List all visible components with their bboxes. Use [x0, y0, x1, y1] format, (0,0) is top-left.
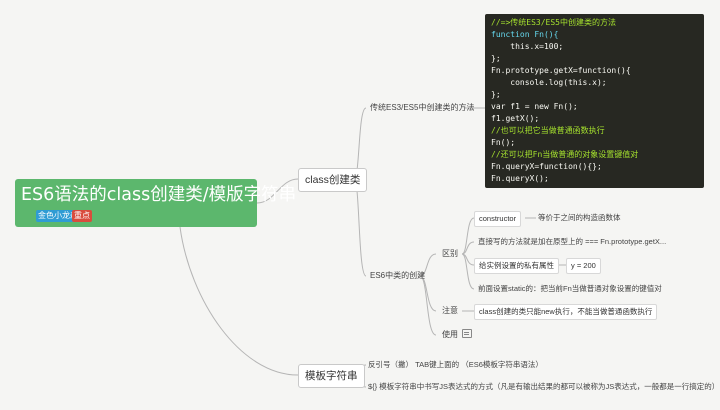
- node-difference[interactable]: 区别: [440, 248, 460, 260]
- priority-badge: 重点: [72, 210, 92, 222]
- node-usage[interactable]: 使用: [440, 329, 474, 341]
- usage-label: 使用: [442, 330, 458, 339]
- connector-root-template: [179, 226, 299, 376]
- template-backtick[interactable]: 反引号（撇） TAB键上面的 （ES6模板字符串语法）: [368, 359, 543, 371]
- mind-map: ES6语法的class创建类/模版字符串 金色小龙森 重点 class创建类 传…: [0, 0, 720, 410]
- code-block: //=>传统ES3/ES5中创建类的方法 function Fn(){ this…: [485, 14, 704, 188]
- code-line: };: [491, 90, 501, 99]
- diff-constructor-detail[interactable]: 等价于之间的构造函数体: [538, 212, 621, 224]
- diff-prototype-method[interactable]: 直接写的方法就是加在原型上的 === Fn.prototype.getX...: [478, 236, 666, 248]
- diff-constructor[interactable]: constructor: [474, 211, 522, 227]
- code-line: };: [491, 54, 501, 63]
- note-detail[interactable]: class创建的类只能new执行，不能当做普通函数执行: [474, 304, 658, 320]
- code-line: Fn.queryX();: [491, 174, 549, 183]
- code-line: Fn.queryX=function(){};: [491, 162, 602, 171]
- branch-class-create[interactable]: class创建类: [298, 168, 368, 192]
- node-note[interactable]: 注意: [440, 305, 460, 317]
- diff-static[interactable]: 前面设置static的：把当前Fn当做普通对象设置的键值对: [478, 283, 662, 295]
- branch-template-string[interactable]: 模板字符串: [298, 364, 365, 388]
- template-expression[interactable]: ${} 模板字符串中书写JS表达式的方式（凡是有输出结果的都可以被称为JS表达式…: [368, 381, 719, 393]
- note-icon[interactable]: [462, 329, 472, 338]
- diff-private-property-detail[interactable]: y = 200: [566, 258, 601, 274]
- code-line: var f1 = new Fn();: [491, 102, 578, 111]
- node-es6-class[interactable]: ES6中类的创建: [368, 270, 427, 282]
- connector-diff-4: [461, 253, 475, 290]
- connector-diff-1: [461, 217, 475, 255]
- connector-es6-usage: [419, 275, 437, 336]
- code-line: //也可以把它当做普通函数执行: [491, 126, 605, 135]
- root-title: ES6语法的class创建类/模版字符串: [21, 185, 297, 205]
- root-node[interactable]: ES6语法的class创建类/模版字符串 金色小龙森 重点: [15, 179, 296, 227]
- code-line: this.x=100;: [491, 42, 564, 51]
- code-line: //=>传统ES3/ES5中创建类的方法: [491, 18, 616, 27]
- code-line: Fn.prototype.getX=function(){: [491, 66, 631, 75]
- node-traditional[interactable]: 传统ES3/ES5中创建类的方法: [368, 102, 476, 114]
- code-line: Fn();: [491, 138, 516, 147]
- connector-class-es6: [353, 178, 367, 277]
- code-line: //还可以把Fn当做普通的对象设置键值对: [491, 150, 639, 159]
- code-line: function Fn(){: [491, 30, 559, 39]
- code-line: console.log(this.x);: [491, 78, 607, 87]
- code-line: f1.getX();: [491, 114, 540, 123]
- diff-private-property[interactable]: 给实例设置的私有属性: [474, 258, 559, 274]
